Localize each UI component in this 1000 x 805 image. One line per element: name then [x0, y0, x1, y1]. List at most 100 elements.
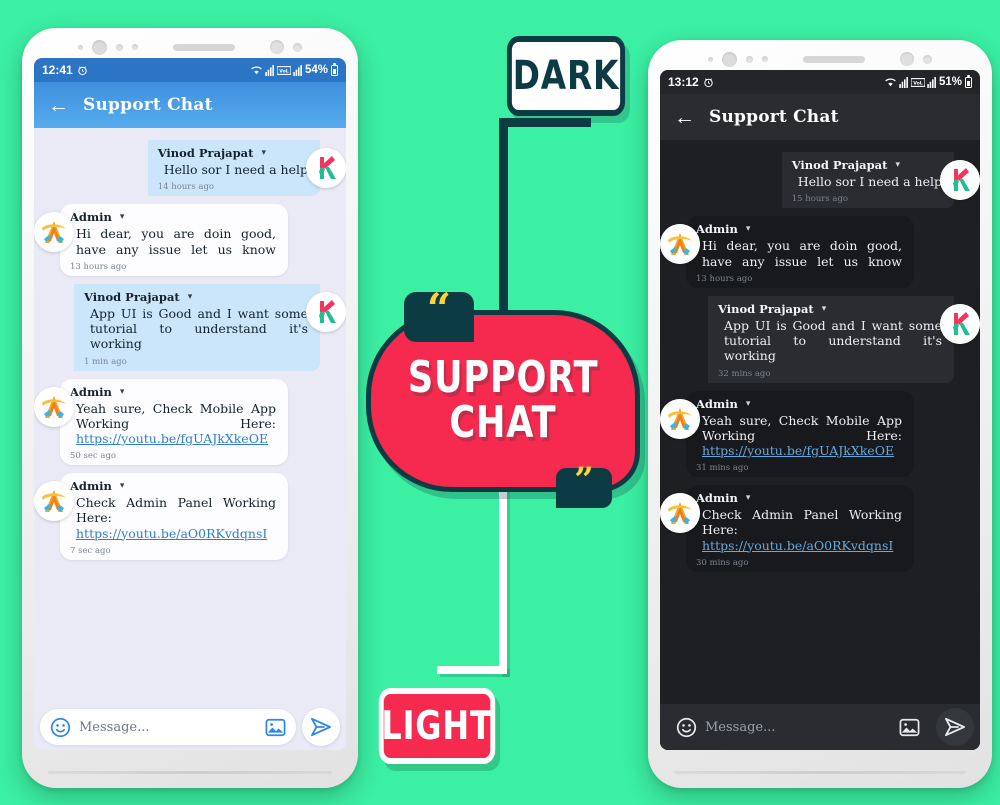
connector-line-dark-horizontal	[499, 118, 591, 127]
message-input-placeholder[interactable]: Message...	[705, 720, 891, 735]
message-bubble[interactable]: Admin ▾ Hi dear, you are doin good, have a…	[686, 216, 914, 288]
sender-name: Admin	[70, 479, 112, 493]
back-arrow-icon[interactable]: ←	[48, 95, 69, 116]
k-logo-avatar[interactable]	[306, 148, 346, 188]
front-camera-icon	[92, 39, 107, 55]
message-link[interactable]: https://youtu.be/fgUAJkXkeOE	[70, 431, 278, 446]
message-link[interactable]: https://youtu.be/aO0RKvdqnsI	[70, 526, 278, 541]
message-bubble[interactable]: Vinod Prajapat ▾ Hello sor I need a help 15…	[781, 152, 954, 209]
sim-dual-icon: VoL	[910, 77, 925, 87]
chevron-down-icon[interactable]: ▾	[746, 493, 751, 503]
message-bubble[interactable]: Vinod Prajapat ▾ App UI is Good and I want…	[74, 283, 320, 371]
message-link[interactable]: https://youtu.be/fgUAJkXkeOE	[696, 443, 904, 458]
sensor-dot-icon	[746, 55, 753, 63]
a-logo-avatar[interactable]	[34, 212, 74, 253]
k-logo-avatar[interactable]	[940, 303, 980, 344]
earpiece-speaker-icon	[803, 55, 865, 63]
signal-icon	[265, 64, 274, 76]
emoji-icon[interactable]	[50, 717, 71, 738]
sensor-dot-icon	[78, 44, 83, 50]
a-logo-avatar[interactable]	[660, 493, 700, 533]
message-input-placeholder[interactable]: Message...	[79, 720, 257, 735]
message-bubble[interactable]: Vinod Prajapat ▾ App UI is Good and I want…	[708, 295, 954, 383]
light-message-input-bar: Message...	[34, 704, 346, 750]
send-icon[interactable]	[944, 717, 966, 737]
message-bubble[interactable]: Admin ▾ Check Admin Panel Working Here: htt…	[686, 485, 914, 572]
chat-message-row[interactable]: Vinod Prajapat ▾ Hello sor I need a help 15…	[660, 152, 980, 209]
emoji-icon[interactable]	[676, 717, 697, 738]
send-button[interactable]	[936, 708, 974, 746]
message-sender: Admin ▾	[70, 385, 278, 399]
chat-message-row[interactable]: Admin ▾ Yeah sure, Check Mobile App Workin…	[660, 390, 980, 477]
k-logo-avatar[interactable]	[940, 160, 980, 200]
message-bubble[interactable]: Admin ▾ Yeah sure, Check Mobile App Workin…	[60, 378, 288, 465]
chat-message-row[interactable]: Admin ▾ Hi dear, you are doin good, have a…	[660, 216, 980, 288]
message-timestamp: 32 mins ago	[718, 368, 771, 379]
a-logo-avatar[interactable]	[660, 398, 700, 439]
light-chat-message-list[interactable]: Vinod Prajapat ▾ Hello sor I need a help 14…	[34, 128, 346, 704]
status-time: 12:41	[42, 63, 73, 77]
a-logo-icon	[34, 481, 74, 521]
message-bubble[interactable]: Admin ▾ Yeah sure, Check Mobile App Workin…	[686, 390, 914, 477]
chat-message-row[interactable]: Admin ▾ Check Admin Panel Working Here: htt…	[34, 473, 346, 560]
chevron-down-icon[interactable]: ▾	[120, 481, 125, 491]
chevron-down-icon[interactable]: ▾	[188, 292, 193, 302]
chat-message-row[interactable]: Vinod Prajapat ▾ App UI is Good and I want…	[660, 295, 980, 383]
k-logo-avatar[interactable]	[306, 291, 346, 332]
k-logo-icon	[940, 160, 980, 200]
message-input-pill[interactable]: Message...	[666, 709, 930, 745]
chat-message-row[interactable]: Admin ▾ Hi dear, you are doin good, have a…	[34, 204, 346, 276]
image-attach-icon[interactable]	[265, 718, 286, 737]
message-sender: Admin ▾	[70, 210, 278, 224]
chevron-down-icon[interactable]: ▾	[895, 160, 900, 170]
message-bubble[interactable]: Vinod Prajapat ▾ Hello sor I need a help 14…	[147, 140, 320, 197]
dark-theme-phone-mockup: 13:12 VoL 51% ← Support Chat Vinod Praja…	[648, 40, 992, 788]
sender-name: Vinod Prajapat	[157, 146, 254, 160]
message-bubble[interactable]: Admin ▾ Hi dear, you are doin good, have a…	[60, 204, 288, 276]
status-right-group: VoL 54%	[250, 62, 338, 76]
chevron-down-icon[interactable]: ▾	[120, 387, 125, 397]
message-timestamp: 50 sec ago	[70, 451, 116, 461]
back-arrow-icon[interactable]: ←	[674, 107, 695, 128]
a-logo-icon	[34, 212, 74, 253]
send-icon[interactable]	[310, 717, 332, 737]
chevron-down-icon[interactable]: ▾	[120, 212, 125, 222]
earpiece-speaker-icon	[173, 43, 235, 51]
dark-theme-label: DARK	[506, 36, 626, 116]
a-logo-avatar[interactable]	[660, 224, 700, 265]
battery-percent: 51%	[938, 76, 962, 88]
k-logo-icon	[306, 148, 346, 188]
page-title: Support Chat	[83, 95, 213, 115]
chat-message-row[interactable]: Admin ▾ Yeah sure, Check Mobile App Workin…	[34, 378, 346, 465]
status-left-group: 13:12	[668, 75, 714, 89]
chevron-down-icon[interactable]: ▾	[746, 224, 751, 234]
a-logo-icon	[660, 398, 700, 439]
image-attach-icon[interactable]	[899, 718, 920, 737]
message-sender: Admin ▾	[696, 491, 904, 505]
sender-name: Admin	[70, 384, 112, 399]
chat-message-row[interactable]: Vinod Prajapat ▾ App UI is Good and I want…	[34, 283, 346, 371]
signal-icon	[899, 76, 908, 88]
message-text: Hello sor I need a help	[797, 174, 942, 189]
send-button[interactable]	[302, 708, 340, 746]
light-phone-screen: 12:41 VoL 54% ← Support Chat Vinod Praja…	[34, 58, 346, 750]
chevron-down-icon[interactable]: ▾	[746, 399, 751, 409]
message-sender: Admin ▾	[696, 222, 904, 236]
chat-message-row[interactable]: Admin ▾ Check Admin Panel Working Here: htt…	[660, 485, 980, 572]
dark-chat-message-list[interactable]: Vinod Prajapat ▾ Hello sor I need a help 15…	[660, 140, 980, 704]
phone-top-sensors	[648, 49, 992, 69]
a-logo-avatar[interactable]	[34, 481, 74, 521]
chevron-down-icon[interactable]: ▾	[261, 148, 266, 158]
chevron-down-icon[interactable]: ▾	[822, 304, 827, 314]
k-logo-icon	[306, 291, 346, 332]
dark-app-bar: ← Support Chat	[660, 94, 980, 140]
message-link[interactable]: https://youtu.be/aO0RKvdqnsI	[696, 538, 904, 553]
message-text: Hi dear, you are doin good, have any iss…	[76, 226, 276, 257]
message-bubble[interactable]: Admin ▾ Check Admin Panel Working Here: htt…	[60, 473, 288, 560]
svg-text:VoL: VoL	[913, 80, 923, 86]
message-input-pill[interactable]: Message...	[40, 709, 296, 745]
a-logo-avatar[interactable]	[34, 386, 74, 427]
message-timestamp: 13 hours ago	[696, 273, 753, 284]
chat-message-row[interactable]: Vinod Prajapat ▾ Hello sor I need a help 14…	[34, 140, 346, 197]
sensor-dot-icon	[900, 52, 914, 66]
